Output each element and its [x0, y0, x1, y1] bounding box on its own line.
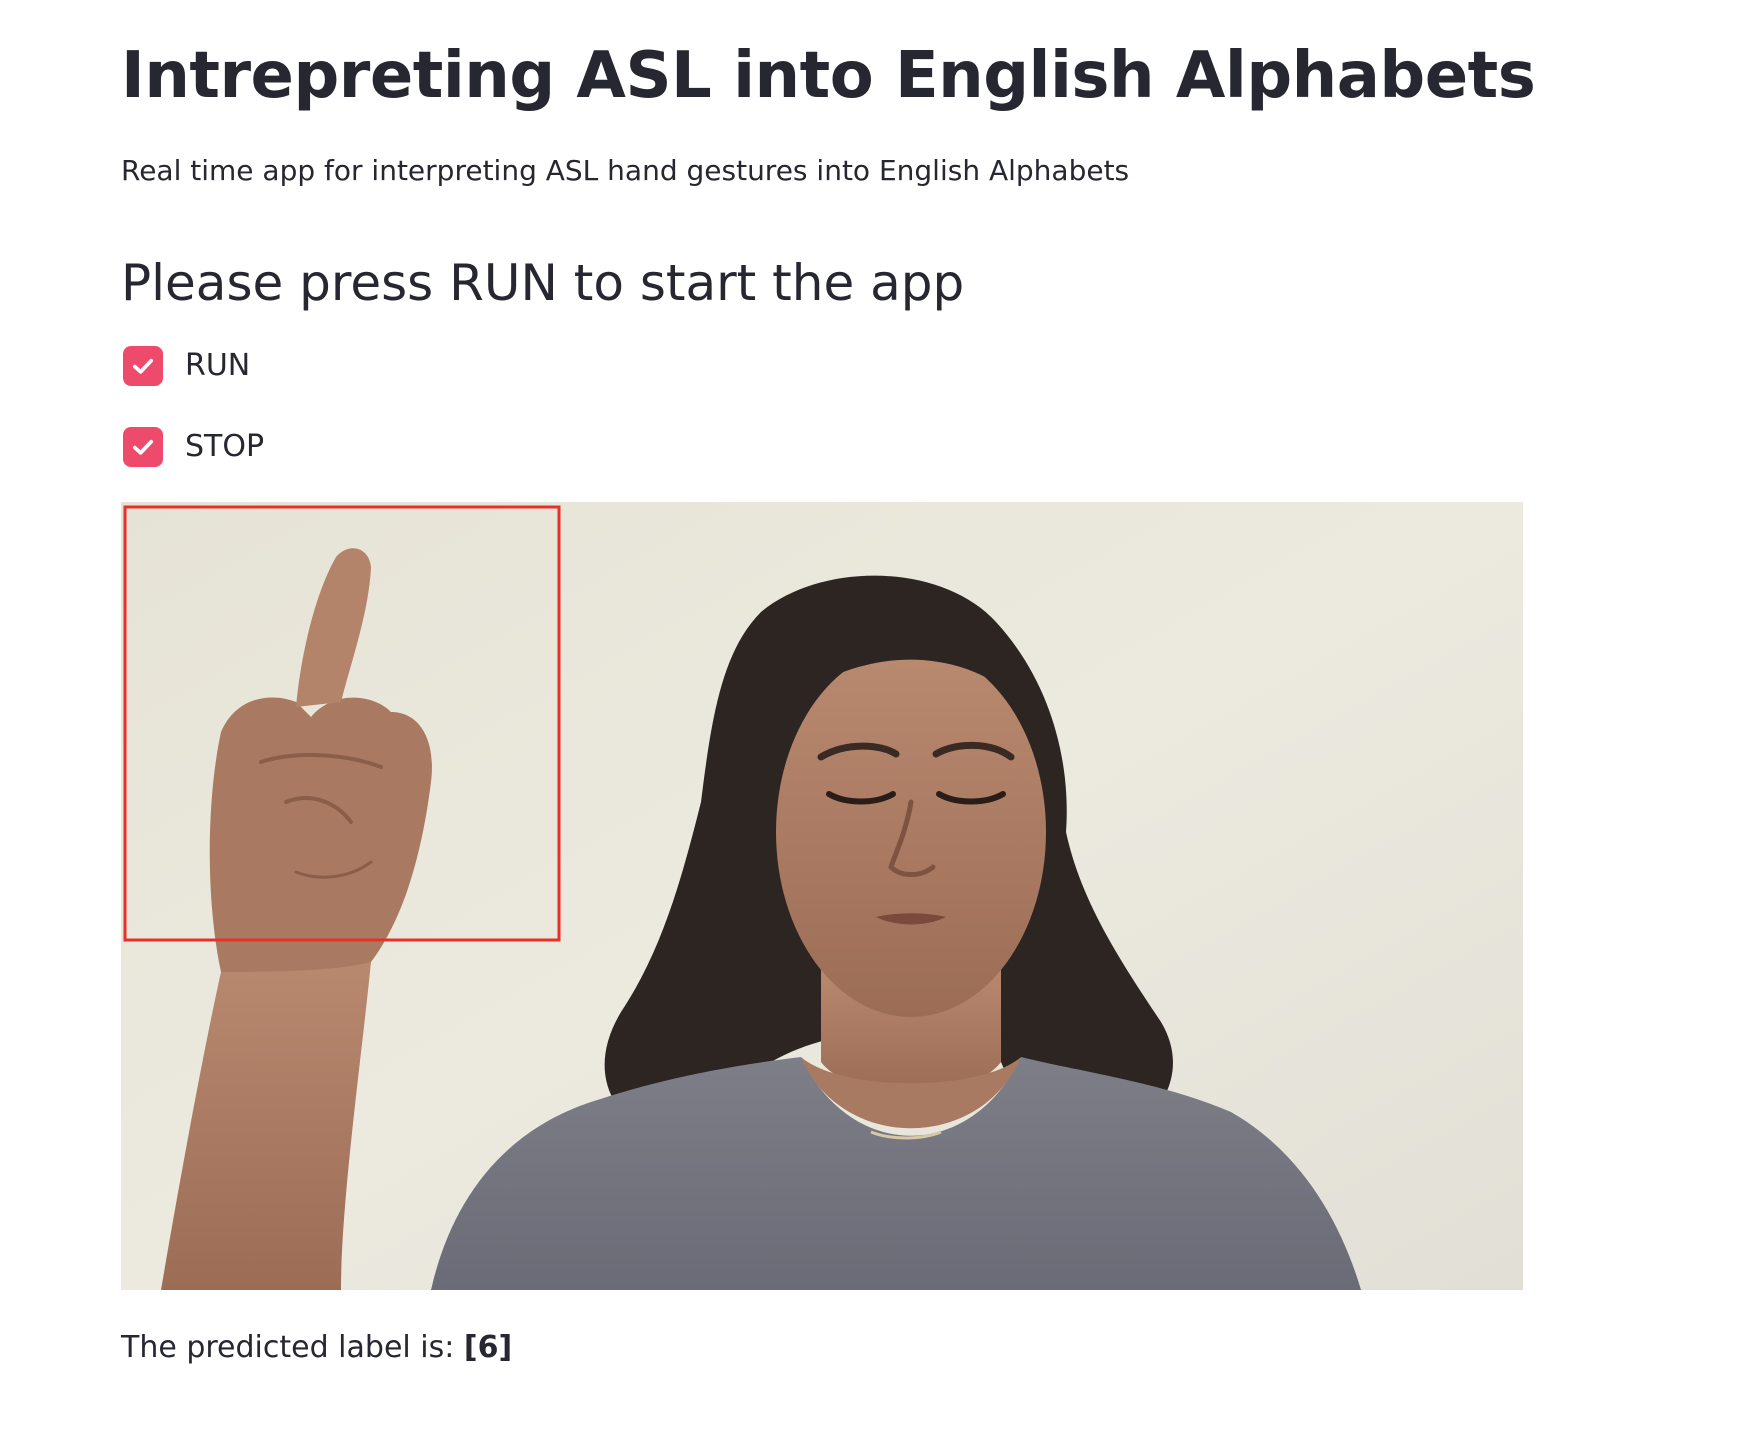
webcam-image — [121, 502, 1523, 1290]
prediction-prefix: The predicted label is: — [121, 1330, 464, 1365]
prediction-text: The predicted label is: [6] — [121, 1326, 512, 1370]
stop-checkbox-box[interactable] — [123, 427, 163, 467]
predicted-label: [6] — [463, 1330, 513, 1365]
checkmark-icon — [132, 439, 154, 455]
run-checkbox-box[interactable] — [123, 346, 163, 386]
page-title: Intrepreting ASL into English Alphabets — [121, 39, 1536, 113]
checkmark-icon — [132, 358, 154, 374]
stop-checkbox-label: STOP — [185, 429, 265, 464]
run-checkbox-label: RUN — [185, 348, 251, 383]
run-checkbox[interactable]: RUN — [123, 344, 250, 388]
page-subtitle: Real time app for interpreting ASL hand … — [121, 154, 1130, 187]
webcam-frame — [121, 502, 1523, 1290]
stop-checkbox[interactable]: STOP — [123, 425, 264, 469]
face — [776, 647, 1046, 1017]
section-heading: Please press RUN to start the app — [121, 254, 965, 312]
